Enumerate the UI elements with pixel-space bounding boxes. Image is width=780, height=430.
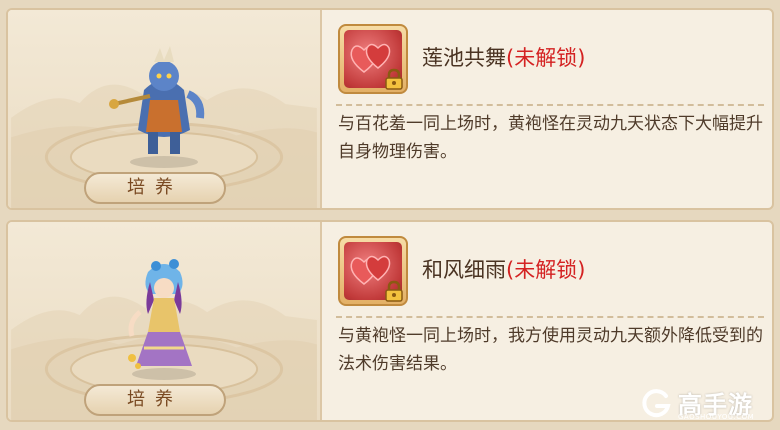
g-logo-icon [642,389,671,418]
skill-icon[interactable] [338,24,408,94]
companion-card: 培养 莲池共舞(未解锁) 与百花羞一同上场时，黄袍怪在灵动九天状态下大幅提升自身… [6,8,774,210]
skill-name: 莲池共舞 [422,46,506,70]
lock-icon [385,68,403,90]
character-panel: 培养 [8,10,320,208]
skill-title: 莲池共舞(未解锁) [422,42,585,72]
companion-skill-page: 培养 莲池共舞(未解锁) 与百花羞一同上场时，黄袍怪在灵动九天状态下大幅提升自身… [0,0,780,430]
train-button[interactable]: 培养 [84,172,226,204]
watermark-subtext: GAOSHOUYOU.COM [678,413,755,421]
skill-name: 和风细雨 [422,258,506,282]
lock-status: (未解锁) [506,258,586,282]
skill-description: 与百花羞一同上场时，黄袍怪在灵动九天状态下大幅提升自身物理伤害。 [338,114,763,162]
lock-icon [385,280,403,302]
princess-icon [128,259,196,380]
train-button[interactable]: 培养 [84,384,226,416]
skill-panel: 莲池共舞(未解锁) 与百花羞一同上场时，黄袍怪在灵动九天状态下大幅提升自身物理伤… [322,10,772,208]
watermark-logo: 高手游 GAOSHOUYOU.COM [638,384,770,424]
skill-description: 与黄袍怪一同上场时，我方使用灵动九天额外降低受到的法术伤害结果。 [338,326,763,374]
title-separator [336,104,764,106]
title-separator [336,316,764,318]
skill-title: 和风细雨(未解锁) [422,254,585,284]
demon-warrior-icon [109,46,205,168]
lock-status: (未解锁) [506,46,586,70]
skill-icon[interactable] [338,236,408,306]
character-panel: 培养 [8,222,320,420]
